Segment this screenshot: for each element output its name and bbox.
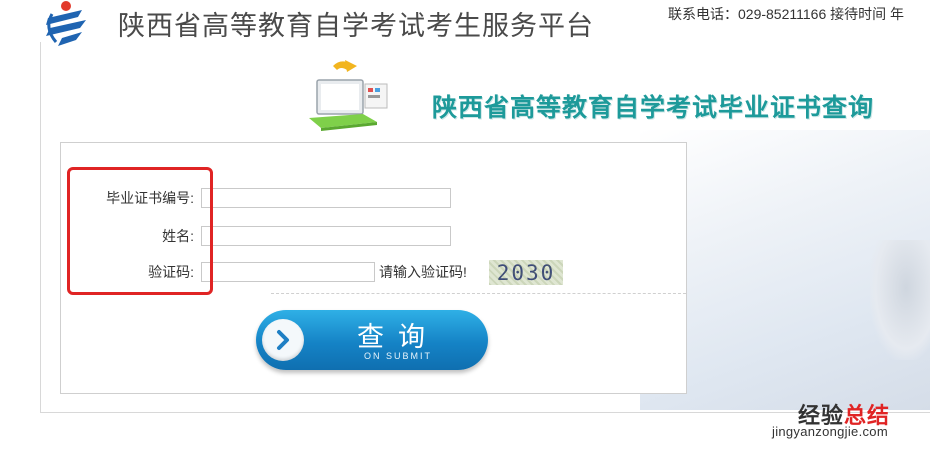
captcha-image[interactable]: 2030 xyxy=(489,260,563,285)
logo-icon xyxy=(46,1,86,46)
banner-title: 陕西省高等教育自学考试毕业证书查询 xyxy=(432,94,875,122)
site-title: 陕西省高等教育自学考试考生服务平台 xyxy=(118,11,594,41)
watermark: 经验总结 jingyanzongjie.com xyxy=(772,398,930,450)
submit-button-label: 查询 xyxy=(357,322,439,352)
highlight-box xyxy=(67,167,213,295)
submit-button[interactable]: 查询 ON SUBMIT xyxy=(248,307,494,375)
header: 陕西省高等教育自学考试考生服务平台 联系电话：029-85211166 接待时间… xyxy=(0,0,930,46)
watermark-url: jingyanzongjie.com xyxy=(772,424,888,439)
laptop-icon xyxy=(309,60,388,131)
submit-button-sublabel: ON SUBMIT xyxy=(363,351,432,361)
dashed-divider xyxy=(271,293,686,294)
captcha-hint: 请输入验证码! xyxy=(379,264,467,280)
captcha-input[interactable] xyxy=(201,262,375,282)
name-input[interactable] xyxy=(201,226,451,246)
background-figure xyxy=(870,240,930,360)
arrow-right-icon xyxy=(277,330,289,350)
contact-info: 联系电话：029-85211166 接待时间 年 xyxy=(668,6,905,22)
certificate-number-input[interactable] xyxy=(201,188,451,208)
